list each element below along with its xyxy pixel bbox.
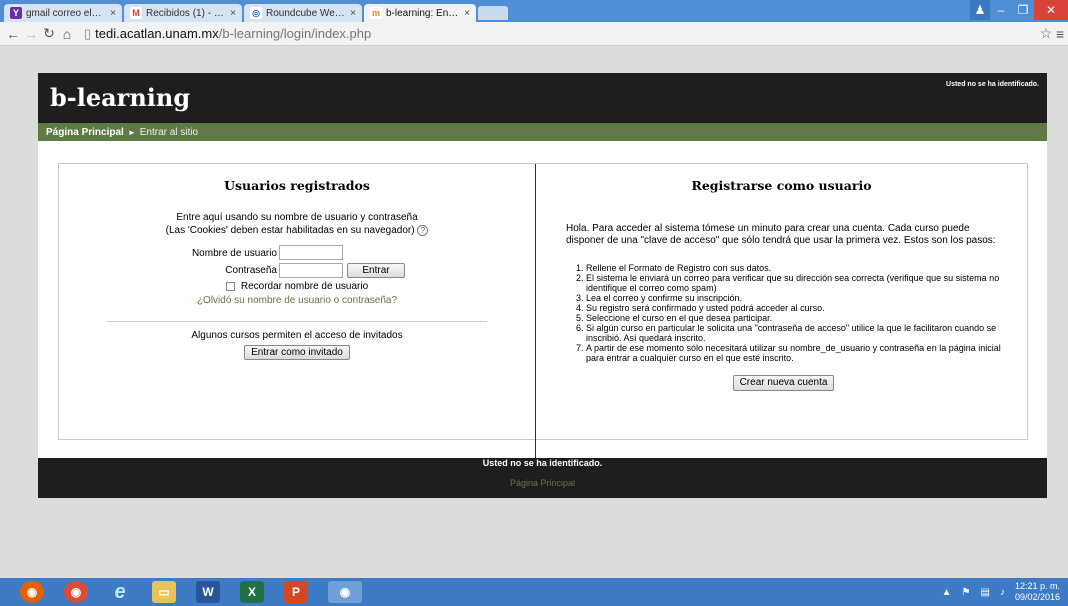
flag-icon[interactable]: ⚑ bbox=[962, 587, 971, 598]
password-label: Contraseña bbox=[225, 265, 277, 276]
site-brand[interactable]: b-learning bbox=[50, 83, 190, 112]
new-tab-button[interactable] bbox=[478, 6, 508, 20]
word-icon[interactable]: W bbox=[196, 581, 220, 603]
internet-explorer-icon[interactable]: e bbox=[108, 581, 132, 603]
tab-title: Recibidos (1) - nkarinagen bbox=[146, 7, 226, 19]
tab-gmail[interactable]: Y gmail correo electrónico - × bbox=[4, 4, 122, 22]
powerpoint-icon[interactable]: P bbox=[284, 581, 308, 603]
remember-checkbox[interactable] bbox=[225, 281, 235, 291]
firefox-icon[interactable]: ◉ bbox=[20, 581, 44, 603]
signup-intro: Hola. Para acceder al sistema tómese un … bbox=[566, 223, 996, 246]
breadcrumb: Página Principal ► Entrar al sitio bbox=[38, 123, 1047, 141]
login-panels: Usuarios registrados Entre aquí usando s… bbox=[58, 163, 1028, 462]
guest-button-row: Entrar como invitado bbox=[59, 345, 535, 360]
restore-icon[interactable]: ❐ bbox=[1012, 0, 1034, 20]
back-arrow-icon[interactable]: ← bbox=[4, 26, 22, 42]
chrome-icon[interactable]: ◉ bbox=[64, 581, 88, 603]
tab-b-learning[interactable]: m b-learning: Entrar al sitio × bbox=[364, 4, 476, 22]
close-icon[interactable]: × bbox=[464, 8, 470, 19]
breadcrumb-home-link[interactable]: Página Principal bbox=[46, 127, 124, 138]
login-form: Nombre de usuario Contraseña Entrar Reco… bbox=[59, 245, 535, 307]
windows-taskbar: ◉ ◉ e ▭ W X P ◉ ▲ ⚑ ▤ ♪ 12:21 p. m. 09/0… bbox=[0, 578, 1068, 606]
page-container: b-learning Usted no se ha identificado. … bbox=[38, 73, 1047, 498]
menu-icon[interactable]: ≡ bbox=[1056, 26, 1068, 42]
close-window-icon[interactable]: ✕ bbox=[1034, 0, 1068, 20]
gmail-favicon-icon: M bbox=[130, 7, 142, 19]
roundcube-favicon-icon: ◎ bbox=[250, 7, 262, 19]
list-item: Lea el correo y confirme su inscripción. bbox=[586, 293, 1001, 303]
list-item: Seleccione el curso en el que desea part… bbox=[586, 313, 1001, 323]
tray-expand-icon[interactable]: ▲ bbox=[942, 587, 952, 598]
tab-title: gmail correo electrónico - bbox=[26, 7, 106, 19]
forgot-row: ¿Olvidó su nombre de usuario o contraseñ… bbox=[59, 295, 535, 306]
minimize-icon[interactable]: – bbox=[990, 0, 1012, 20]
close-icon[interactable]: × bbox=[350, 8, 356, 19]
close-icon[interactable]: × bbox=[230, 8, 236, 19]
list-item: El sistema le enviará un correo para ver… bbox=[586, 273, 1001, 293]
close-icon[interactable]: × bbox=[110, 8, 116, 19]
excel-icon[interactable]: X bbox=[240, 581, 264, 603]
forgot-password-link[interactable]: ¿Olvidó su nombre de usuario o contraseñ… bbox=[197, 295, 397, 306]
create-account-button[interactable]: Crear nueva cuenta bbox=[732, 375, 835, 391]
login-intro-line2-wrap: (Las 'Cookies' deben estar habilitadas e… bbox=[59, 224, 535, 237]
login-intro-line1: Entre aquí usando su nombre de usuario y… bbox=[176, 212, 418, 223]
system-tray: ▲ ⚑ ▤ ♪ 12:21 p. m. 09/02/2016 bbox=[942, 581, 1060, 603]
home-icon[interactable]: ⌂ bbox=[58, 26, 76, 42]
bookmark-star-icon[interactable]: ☆ bbox=[1036, 25, 1056, 42]
login-info: Usted no se ha identificado. bbox=[946, 81, 1039, 88]
site-header: b-learning Usted no se ha identificado. bbox=[38, 73, 1047, 123]
section-divider bbox=[107, 321, 487, 322]
footer-login-info: Usted no se ha identificado. bbox=[482, 458, 603, 468]
site-footer: Usted no se ha identificado. Página Prin… bbox=[38, 458, 1047, 498]
volume-icon[interactable]: ♪ bbox=[1000, 587, 1005, 598]
list-item: Rellene el Formato de Registro con sus d… bbox=[586, 263, 1001, 273]
browser-toolbar: ← → ↻ ⌂ ▯ tedi.acatlan.unam.mx/b-learnin… bbox=[0, 22, 1068, 46]
user-icon[interactable]: ♟ bbox=[970, 0, 990, 20]
clock-date: 09/02/2016 bbox=[1014, 592, 1060, 602]
signup-heading: Registrarse como usuario bbox=[691, 178, 872, 193]
list-item: A partir de ese momento sólo necesitará … bbox=[586, 343, 1001, 363]
clock-time: 12:21 p. m. bbox=[1014, 581, 1060, 591]
clock[interactable]: 12:21 p. m. 09/02/2016 bbox=[1015, 581, 1060, 603]
registered-users-panel: Usuarios registrados Entre aquí usando s… bbox=[59, 164, 535, 439]
guest-text: Algunos cursos permiten el acceso de inv… bbox=[191, 330, 403, 341]
file-explorer-icon[interactable]: ▭ bbox=[152, 581, 176, 603]
moodle-favicon-icon: m bbox=[370, 7, 382, 19]
network-icon[interactable]: ▤ bbox=[981, 587, 990, 598]
remember-row: Recordar nombre de usuario bbox=[59, 281, 535, 292]
create-account-row: Crear nueva cuenta bbox=[566, 375, 1001, 391]
password-input[interactable] bbox=[279, 263, 343, 278]
forward-arrow-icon[interactable]: → bbox=[22, 26, 40, 42]
browser-tabstrip: Y gmail correo electrónico - × M Recibid… bbox=[0, 0, 1068, 22]
yahoo-favicon-icon: Y bbox=[10, 7, 22, 19]
login-intro: Entre aquí usando su nombre de usuario y… bbox=[59, 211, 535, 237]
footer-home-link[interactable]: Página Principal bbox=[38, 478, 1047, 488]
signup-body: Hola. Para acceder al sistema tómese un … bbox=[566, 223, 1001, 391]
breadcrumb-separator-icon: ► bbox=[127, 127, 136, 137]
list-item: Su registro será confirmado y usted podr… bbox=[586, 303, 1001, 313]
login-intro-line2: (Las 'Cookies' deben estar habilitadas e… bbox=[165, 225, 415, 236]
tab-title: Roundcube Webmail :: Err bbox=[266, 7, 346, 19]
url-host: tedi.acatlan.unam.mx bbox=[95, 26, 219, 41]
username-label: Nombre de usuario bbox=[191, 248, 277, 259]
tab-recibidos[interactable]: M Recibidos (1) - nkarinagen × bbox=[124, 4, 242, 22]
chrome-active-icon[interactable]: ◉ bbox=[328, 581, 362, 603]
signup-panel: Registrarse como usuario Hola. Para acce… bbox=[536, 164, 1027, 439]
url-path: /b-learning/login/index.php bbox=[218, 26, 372, 41]
signup-steps: Rellene el Formato de Registro con sus d… bbox=[566, 263, 1001, 363]
username-input[interactable] bbox=[279, 245, 343, 260]
tab-roundcube[interactable]: ◎ Roundcube Webmail :: Err × bbox=[244, 4, 362, 22]
login-button[interactable]: Entrar bbox=[347, 263, 405, 278]
address-bar[interactable]: ▯ tedi.acatlan.unam.mx/b-learning/login/… bbox=[84, 26, 1036, 42]
registered-users-heading: Usuarios registrados bbox=[224, 178, 370, 193]
page-icon: ▯ bbox=[84, 25, 92, 41]
guest-login-button[interactable]: Entrar como invitado bbox=[244, 345, 350, 360]
remember-label: Recordar nombre de usuario bbox=[240, 281, 369, 292]
reload-icon[interactable]: ↻ bbox=[40, 25, 58, 42]
window-controls: ♟ – ❐ ✕ bbox=[970, 0, 1068, 20]
breadcrumb-current: Entrar al sitio bbox=[139, 126, 199, 138]
help-icon[interactable]: ? bbox=[417, 224, 429, 236]
list-item: Si algún curso en particular le solicita… bbox=[586, 323, 1001, 343]
tab-title: b-learning: Entrar al sitio bbox=[386, 7, 460, 19]
